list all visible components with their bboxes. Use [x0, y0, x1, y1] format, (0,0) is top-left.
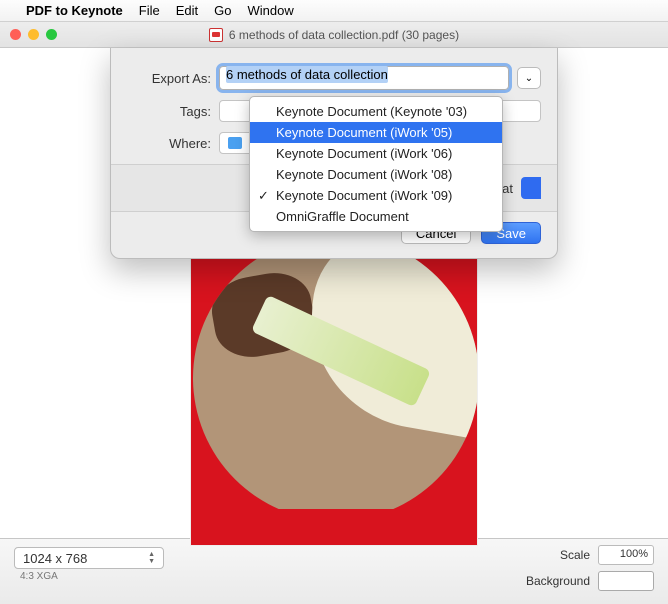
export-sheet: Export As: 6 methods of data collection …	[110, 48, 558, 259]
expand-location-button[interactable]: ⌄	[517, 67, 541, 89]
background-color-well[interactable]	[598, 571, 654, 591]
format-option-iwork-09[interactable]: Keynote Document (iWork '09)	[250, 185, 502, 206]
where-label: Where:	[127, 136, 219, 151]
folder-icon	[228, 137, 242, 149]
stepper-icon: ▲▼	[148, 551, 155, 565]
format-option-omnigraffle[interactable]: OmniGraffle Document	[250, 206, 502, 227]
export-as-label: Export As:	[127, 71, 219, 86]
format-option-keynote-03[interactable]: Keynote Document (Keynote '03)	[250, 101, 502, 122]
format-option-iwork-08[interactable]: Keynote Document (iWork '08)	[250, 164, 502, 185]
app-name[interactable]: PDF to Keynote	[26, 3, 123, 18]
tags-label: Tags:	[127, 104, 219, 119]
export-as-input[interactable]: 6 methods of data collection	[219, 66, 509, 90]
format-option-iwork-05[interactable]: Keynote Document (iWork '05)	[250, 122, 502, 143]
bottom-bar: 1024 x 768 ▲▼ 4:3 XGA Scale 100% Backgro…	[0, 538, 668, 604]
scale-input[interactable]: 100%	[598, 545, 654, 565]
window-title: 6 methods of data collection.pdf (30 pag…	[229, 28, 459, 42]
menu-go[interactable]: Go	[214, 3, 231, 18]
resolution-select[interactable]: 1024 x 768 ▲▼	[14, 547, 164, 569]
scale-label: Scale	[560, 548, 590, 562]
chevron-down-icon: ⌄	[525, 73, 533, 84]
format-option-iwork-06[interactable]: Keynote Document (iWork '06)	[250, 143, 502, 164]
window-titlebar: 6 methods of data collection.pdf (30 pag…	[0, 22, 668, 48]
traffic-lights	[10, 29, 57, 40]
file-format-dropdown: Keynote Document (Keynote '03) Keynote D…	[249, 96, 503, 232]
menu-edit[interactable]: Edit	[176, 3, 198, 18]
pdf-icon	[209, 28, 223, 42]
slide-preview	[190, 258, 478, 546]
document-area: Export As: 6 methods of data collection …	[0, 48, 668, 538]
close-window-button[interactable]	[10, 29, 21, 40]
resolution-value: 1024 x 768	[23, 551, 87, 566]
zoom-window-button[interactable]	[46, 29, 57, 40]
minimize-window-button[interactable]	[28, 29, 39, 40]
menubar: PDF to Keynote File Edit Go Window	[0, 0, 668, 22]
file-format-popup[interactable]	[521, 177, 541, 199]
menu-file[interactable]: File	[139, 3, 160, 18]
menu-window[interactable]: Window	[248, 3, 294, 18]
background-label: Background	[526, 574, 590, 588]
